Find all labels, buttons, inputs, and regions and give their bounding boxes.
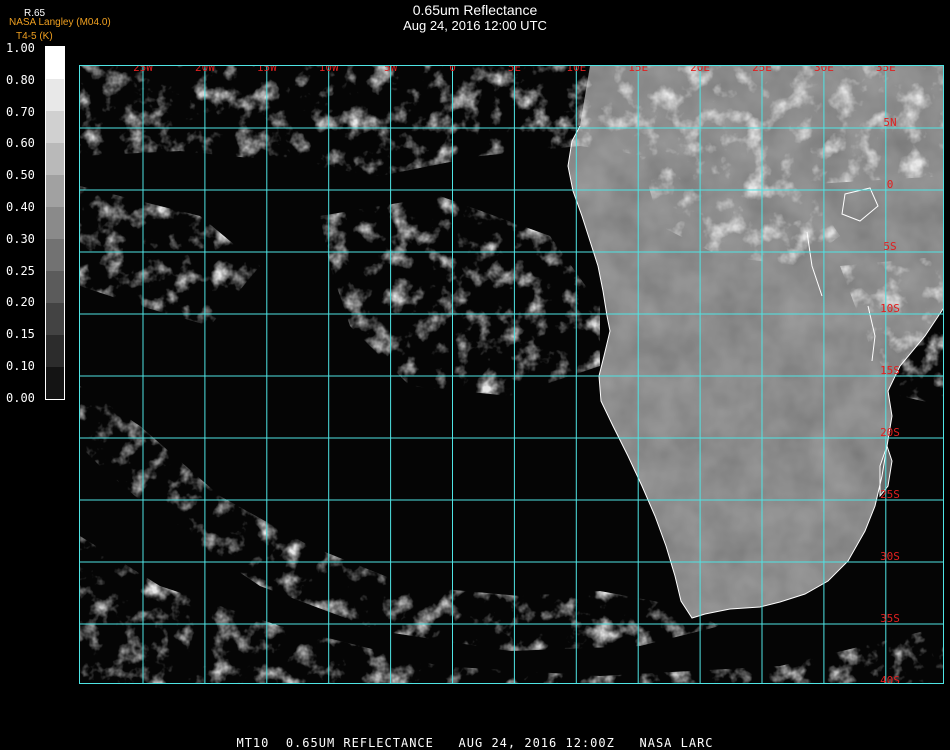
longitude-label: 20W (195, 66, 215, 74)
satellite-map[interactable]: 25W 20W 15W 10W 5W 0 5E 10E 15E 20E 25E 30E 35E 5N 0 5S… (79, 65, 944, 684)
colorbar-tick-label: 0.10 (6, 359, 35, 373)
latitude-label: 25S (880, 488, 900, 501)
latitude-label: 40S (880, 674, 900, 684)
longitude-label: 10W (319, 66, 339, 74)
longitude-label: 25E (752, 66, 772, 74)
latitude-label: 30S (880, 550, 900, 563)
latitude-label: 20S (880, 426, 900, 439)
longitude-label: 35E (876, 66, 896, 74)
longitude-label: 5W (384, 66, 398, 74)
longitude-label: 10E (566, 66, 586, 74)
latitude-label: 5S (883, 240, 896, 253)
footer-caption: MT10 0.65UM REFLECTANCE AUG 24, 2016 12:… (236, 736, 714, 750)
colorbar-tick-label: 0.80 (6, 72, 35, 87)
image-title: 0.65um Reflectance (412, 2, 538, 18)
latitude-label: 0 (887, 178, 894, 191)
longitude-label: 30E (814, 66, 834, 74)
colorbar-tick-label: 0.15 (6, 327, 35, 342)
colorbar-tick-label: 0.40 (6, 200, 35, 214)
colorbar-tick-label: 0.00 (6, 390, 35, 405)
colorbar-tick-label: 1.00 (6, 41, 35, 55)
latitude-label: 10S (880, 302, 900, 315)
colorbar-tick-label: 0.50 (6, 168, 35, 183)
longitude-label: 0 (449, 66, 456, 74)
longitude-label: 5E (508, 66, 521, 74)
longitude-label: 25W (133, 66, 153, 74)
image-timestamp: Aug 24, 2016 12:00 UTC (403, 18, 547, 33)
latitude-label: 5N (883, 116, 896, 129)
latitude-label: 15S (880, 364, 900, 377)
longitude-label: 15E (628, 66, 648, 74)
colorbar-tick-label: 0.20 (6, 295, 35, 310)
latitude-label: 35S (880, 612, 900, 625)
colorbar-tick-label: 0.70 (6, 104, 35, 119)
satellite-image-svg: 25W 20W 15W 10W 5W 0 5E 10E 15E 20E 25E 30E 35E 5N 0 5S… (80, 66, 943, 684)
longitude-label: 15W (257, 66, 277, 74)
colorbar (45, 46, 65, 400)
colorbar-tick-label: 0.30 (6, 231, 35, 246)
colorbar-tick-label: 0.60 (6, 136, 35, 151)
longitude-label: 20E (690, 66, 710, 74)
colorbar-tick-label: 0.25 (6, 263, 35, 278)
producer-label: NASA Langley (M04.0) (9, 17, 111, 28)
